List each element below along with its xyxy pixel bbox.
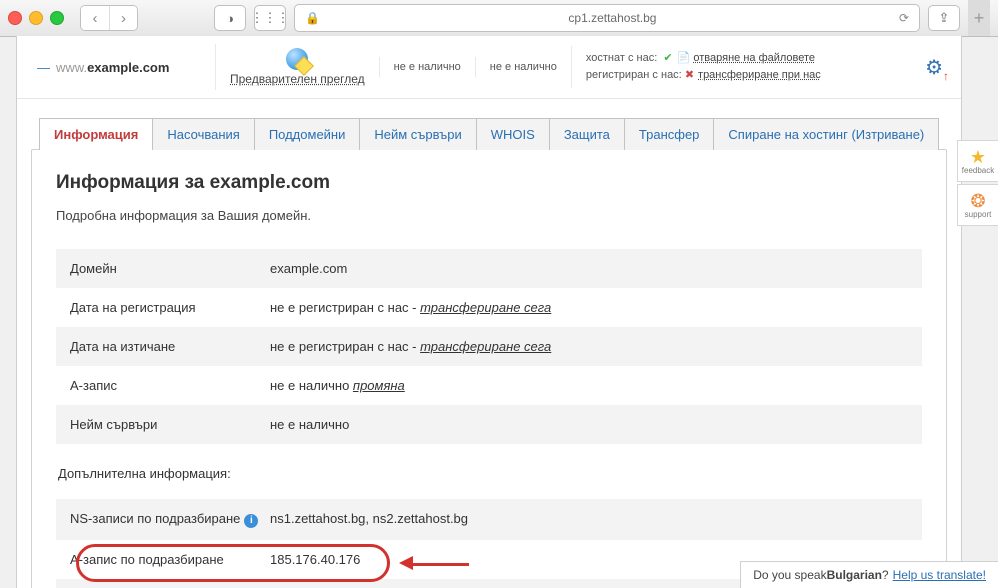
share-icon: ⇪	[939, 10, 950, 26]
table-row: А-записне е налично промяна	[56, 366, 922, 405]
info-panel: Информация за example.com Подробна инфор…	[31, 149, 947, 588]
row-key: A-запис по подразбиране	[70, 552, 270, 567]
back-button[interactable]: ‹	[81, 6, 109, 30]
page-frame: — www.example.com Предварителен преглед …	[16, 36, 962, 588]
tab-bar: ИнформацияНасочванияПоддомейниНейм сървъ…	[39, 117, 961, 149]
lifebuoy-icon: ❂	[970, 192, 985, 210]
tab-насочвания[interactable]: Насочвания	[153, 118, 254, 150]
close-window-icon[interactable]	[8, 11, 22, 25]
row-key: Домейн	[70, 261, 270, 276]
nav-buttons: ‹ ›	[80, 5, 138, 31]
grid-icon: ⋮⋮⋮	[251, 10, 290, 26]
table-row: Дата на изтичанене е регистриран с нас -…	[56, 327, 922, 366]
url-text: cp1.zettahost.bg	[326, 11, 899, 25]
share-button[interactable]: ⇪	[928, 5, 960, 31]
tab-нейм-сървъри[interactable]: Нейм сървъри	[360, 118, 476, 150]
row-link[interactable]: промяна	[353, 378, 405, 393]
translate-bar: Do you speak Bulgarian ? Help us transla…	[740, 561, 998, 588]
row-link[interactable]: трансфериране сега	[420, 339, 551, 354]
address-bar[interactable]: 🔒 cp1.zettahost.bg ⟳	[294, 4, 920, 32]
tab-информация[interactable]: Информация	[39, 118, 153, 150]
star-icon: ★	[970, 148, 986, 166]
page-subtitle: Подробна информация за Вашия домейн.	[56, 208, 922, 223]
tab-защита[interactable]: Защита	[550, 118, 625, 150]
row-value: example.com	[270, 261, 908, 276]
row-value: не е налично	[270, 417, 908, 432]
domain-header: — www.example.com Предварителен преглед …	[17, 36, 961, 99]
info-icon[interactable]: i	[244, 514, 258, 528]
sidebar-toggle-button[interactable]: ◑	[214, 5, 246, 31]
row-key: Дата на изтичане	[70, 339, 270, 354]
table-row: NS-записи по подразбиранеins1.zettahost.…	[56, 499, 922, 540]
window-controls	[8, 11, 64, 25]
maximize-window-icon[interactable]	[50, 11, 64, 25]
gear-icon[interactable]: ⚙	[925, 57, 943, 79]
info-table: Домейнexample.comДата на регистрацияне е…	[56, 249, 922, 444]
page-title: Информация за example.com	[56, 172, 922, 194]
check-icon	[663, 52, 676, 64]
folder-icon: 📄	[677, 52, 691, 64]
collapse-icon[interactable]: —	[37, 60, 50, 75]
row-value: ns1.zettahost.bg, ns2.zettahost.bg	[270, 511, 908, 528]
grid-button[interactable]: ⋮⋮⋮	[254, 5, 286, 31]
row-value: не е регистриран с нас - трансфериране с…	[270, 300, 908, 315]
preview-button[interactable]: Предварителен преглед	[230, 48, 365, 86]
new-tab-button[interactable]: +	[968, 0, 990, 36]
tab-спиране-на-хостинг-изтриване-[interactable]: Спиране на хостинг (Изтриване)	[714, 118, 939, 150]
header-na-1: не е налично	[379, 57, 475, 77]
table-row: Дата на регистрацияне е регистриран с на…	[56, 288, 922, 327]
feedback-widget[interactable]: ★ feedback	[957, 140, 998, 182]
row-key: Нейм сървъри	[70, 417, 270, 432]
reload-icon[interactable]: ⟳	[899, 11, 909, 25]
table-row: Домейнexample.com	[56, 249, 922, 288]
tab-трансфер[interactable]: Трансфер	[625, 118, 715, 150]
row-value: не е регистриран с нас - трансфериране с…	[270, 339, 908, 354]
support-widget[interactable]: ❂ support	[957, 184, 998, 226]
row-key: А-запис	[70, 378, 270, 393]
row-key: NS-записи по подразбиранеi	[70, 511, 270, 528]
header-na-2: не е налично	[475, 57, 571, 77]
cross-icon	[685, 69, 698, 81]
additional-label: Допълнителна информация:	[58, 466, 922, 481]
table-row: Нейм сървърине е налично	[56, 405, 922, 444]
tab-whois[interactable]: WHOIS	[477, 118, 550, 150]
help-translate-link[interactable]: Help us translate!	[893, 568, 986, 582]
domain-label: — www.example.com	[31, 60, 201, 75]
lock-icon: 🔒	[305, 11, 320, 25]
row-link[interactable]: трансфериране сега	[420, 300, 551, 315]
preview-link[interactable]: Предварителен преглед	[230, 72, 365, 86]
row-value: не е налично промяна	[270, 378, 908, 393]
minimize-window-icon[interactable]	[29, 11, 43, 25]
shield-icon: ◑	[226, 11, 234, 26]
tab-поддомейни[interactable]: Поддомейни	[255, 118, 361, 150]
transfer-link[interactable]: трансфериране при нас	[698, 69, 821, 81]
row-key: Дата на регистрация	[70, 300, 270, 315]
browser-chrome: ‹ › ◑ ⋮⋮⋮ 🔒 cp1.zettahost.bg ⟳ ⇪ +	[0, 0, 998, 37]
forward-button[interactable]: ›	[109, 6, 137, 30]
open-files-link[interactable]: отваряне на файловете	[693, 52, 815, 64]
globe-icon	[286, 48, 308, 70]
